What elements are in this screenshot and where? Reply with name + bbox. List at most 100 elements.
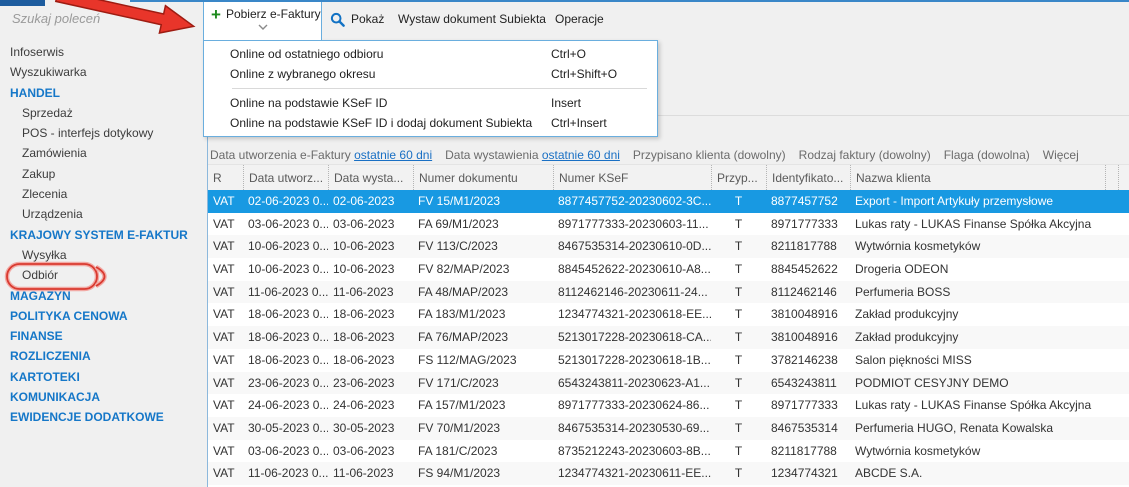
table-row[interactable]: VAT24-06-2023 0...24-06-2023FA 157/M1/20… <box>208 394 1129 417</box>
menu-item[interactable]: Online od ostatniego odbioruCtrl+O <box>204 44 657 64</box>
table-cell: 18-06-2023 0... <box>243 303 328 326</box>
table-cell: 11-06-2023 <box>328 281 413 304</box>
filter-value-link[interactable]: ostatnie 60 dni <box>354 148 432 162</box>
table-cell: 11-06-2023 <box>328 462 413 485</box>
menu-item-shortcut: Ctrl+O <box>551 44 657 64</box>
table-cell: FV 171/C/2023 <box>413 372 553 395</box>
operations-button[interactable]: Operacje <box>555 0 604 38</box>
table-cell: FA 76/MAP/2023 <box>413 326 553 349</box>
filter-item[interactable]: Flaga (dowolna) <box>944 148 1030 162</box>
window-top-border <box>130 0 1129 2</box>
table-row[interactable]: VAT10-06-2023 0...10-06-2023FV 113/C/202… <box>208 235 1129 258</box>
column-header[interactable] <box>1118 165 1129 190</box>
table-cell: 18-06-2023 <box>328 326 413 349</box>
download-einvoices-button[interactable]: + Pobierz e-Faktury <box>203 0 322 40</box>
sidebar-item-komunikacja[interactable]: KOMUNIKACJA <box>0 387 207 407</box>
table-cell: 11-06-2023 0... <box>243 462 328 485</box>
menu-item[interactable]: Online z wybranego okresuCtrl+Shift+O <box>204 64 657 84</box>
sidebar-item-odbiór[interactable]: Odbiór <box>0 265 207 285</box>
table-cell: 03-06-2023 0... <box>243 213 328 236</box>
filter-item[interactable]: Data utworzenia e-Faktury ostatnie 60 dn… <box>210 148 432 162</box>
sidebar-item-ewidencje-dodatkowe[interactable]: EWIDENCJE DODATKOWE <box>0 407 207 427</box>
column-header[interactable]: Data utworz... <box>243 165 328 190</box>
sidebar-item-zamówienia[interactable]: Zamówienia <box>0 143 207 163</box>
filter-item[interactable]: Rodzaj faktury (dowolny) <box>799 148 931 162</box>
table-row[interactable]: VAT30-05-2023 0...30-05-2023FV 70/M1/202… <box>208 417 1129 440</box>
table-cell: 8845452622 <box>766 258 850 281</box>
table-cell: T <box>711 462 766 485</box>
table-cell: 03-06-2023 0... <box>243 440 328 463</box>
table-cell: PODMIOT CESYJNY DEMO <box>850 372 1105 395</box>
table-cell: VAT <box>208 258 243 281</box>
table-row[interactable]: VAT18-06-2023 0...18-06-2023FA 183/M1/20… <box>208 303 1129 326</box>
sidebar-item-kartoteki[interactable]: KARTOTEKI <box>0 367 207 387</box>
sidebar-item-polityka-cenowa[interactable]: POLITYKA CENOWA <box>0 306 207 326</box>
table-row[interactable]: VAT11-06-2023 0...11-06-2023FS 94/M1/202… <box>208 462 1129 485</box>
column-header[interactable] <box>1105 165 1118 190</box>
sidebar-item-magazyn[interactable]: MAGAZYN <box>0 286 207 306</box>
table-row[interactable]: VAT02-06-2023 0...02-06-2023FV 15/M1/202… <box>208 190 1129 213</box>
issue-subiekt-document-button[interactable]: Wystaw dokument Subiekta <box>398 0 546 38</box>
table-cell: 23-06-2023 0... <box>243 372 328 395</box>
menu-separator <box>232 88 647 89</box>
sidebar-item-wysyłka[interactable]: Wysyłka <box>0 245 207 265</box>
menu-item[interactable]: Online na podstawie KSeF ID i dodaj doku… <box>204 113 657 133</box>
toolbar: Pokaż Wystaw dokument Subiekta Operacje <box>208 0 1129 40</box>
sidebar-item-krajowy-system-e-faktur[interactable]: KRAJOWY SYSTEM E-FAKTUR <box>0 225 207 245</box>
table-cell: 02-06-2023 0... <box>243 190 328 213</box>
table-cell: Drogeria ODEON <box>850 258 1105 281</box>
table-row[interactable]: VAT18-06-2023 0...18-06-2023FA 76/MAP/20… <box>208 326 1129 349</box>
filter-item[interactable]: Więcej <box>1043 148 1079 162</box>
menu-item-label: Online z wybranego okresu <box>204 64 551 84</box>
table-cell: 18-06-2023 0... <box>243 326 328 349</box>
sidebar-item-urządzenia[interactable]: Urządzenia <box>0 204 207 224</box>
sidebar-item-finanse[interactable]: FINANSE <box>0 326 207 346</box>
download-dropdown-menu: Online od ostatniego odbioruCtrl+OOnline… <box>203 40 658 137</box>
filter-item[interactable]: Przypisano klienta (dowolny) <box>633 148 786 162</box>
sidebar-item-zlecenia[interactable]: Zlecenia <box>0 184 207 204</box>
table-cell: FA 157/M1/2023 <box>413 394 553 417</box>
table-cell: FS 112/MAG/2023 <box>413 349 553 372</box>
table-cell: T <box>711 235 766 258</box>
table-cell: 10-06-2023 <box>328 258 413 281</box>
sidebar-item-handel[interactable]: HANDEL <box>0 83 207 103</box>
menu-item[interactable]: Online na podstawie KSeF IDInsert <box>204 93 657 113</box>
show-button[interactable]: Pokaż <box>330 0 384 38</box>
sidebar-item-infoserwis[interactable]: Infoserwis <box>0 42 207 62</box>
column-header[interactable]: Data wysta... <box>328 165 413 190</box>
table-cell: Wytwórnia kosmetyków <box>850 235 1105 258</box>
show-button-label: Pokaż <box>351 12 384 26</box>
table-cell: VAT <box>208 462 243 485</box>
filter-item[interactable]: Data wystawienia ostatnie 60 dni <box>445 148 620 162</box>
sidebar-item-wyszukiwarka[interactable]: Wyszukiwarka <box>0 62 207 82</box>
table-row[interactable]: VAT03-06-2023 0...03-06-2023FA 181/C/202… <box>208 440 1129 463</box>
table-cell: VAT <box>208 394 243 417</box>
column-header[interactable]: Identyfikato... <box>766 165 850 190</box>
sidebar-item-sprzedaż[interactable]: Sprzedaż <box>0 103 207 123</box>
column-header[interactable]: R <box>208 165 243 190</box>
table-row[interactable]: VAT11-06-2023 0...11-06-2023FA 48/MAP/20… <box>208 281 1129 304</box>
column-header[interactable]: Numer KSeF <box>553 165 711 190</box>
table-row[interactable]: VAT18-06-2023 0...18-06-2023FS 112/MAG/2… <box>208 349 1129 372</box>
table-cell: 8971777333 <box>766 213 850 236</box>
table-header[interactable]: RData utworz...Data wysta...Numer dokume… <box>208 164 1129 190</box>
table-cell: Lukas raty - LUKAS Finanse Spółka Akcyjn… <box>850 213 1105 236</box>
column-header[interactable]: Przyp... <box>711 165 766 190</box>
filter-value-link[interactable]: ostatnie 60 dni <box>542 148 620 162</box>
column-header[interactable]: Numer dokumentu <box>413 165 553 190</box>
table-cell: 02-06-2023 <box>328 190 413 213</box>
search-input[interactable]: Szukaj poleceń <box>12 11 192 26</box>
sidebar-item-zakup[interactable]: Zakup <box>0 164 207 184</box>
table-cell: Salon piękności MISS <box>850 349 1105 372</box>
sidebar-item-pos-interfejs-dotykowy[interactable]: POS - interfejs dotykowy <box>0 123 207 143</box>
table-row[interactable]: VAT23-06-2023 0...23-06-2023FV 171/C/202… <box>208 372 1129 395</box>
operations-label: Operacje <box>555 12 604 26</box>
table-cell: Export - Import Artykuły przemysłowe <box>850 190 1105 213</box>
table-row[interactable]: VAT03-06-2023 0...03-06-2023FA 69/M1/202… <box>208 213 1129 236</box>
table-cell: VAT <box>208 303 243 326</box>
sidebar-item-rozliczenia[interactable]: ROZLICZENIA <box>0 346 207 366</box>
column-header[interactable]: Nazwa klienta <box>850 165 1105 190</box>
table-cell: 10-06-2023 0... <box>243 258 328 281</box>
table-row[interactable]: VAT10-06-2023 0...10-06-2023FV 82/MAP/20… <box>208 258 1129 281</box>
table-cell: FA 181/C/2023 <box>413 440 553 463</box>
